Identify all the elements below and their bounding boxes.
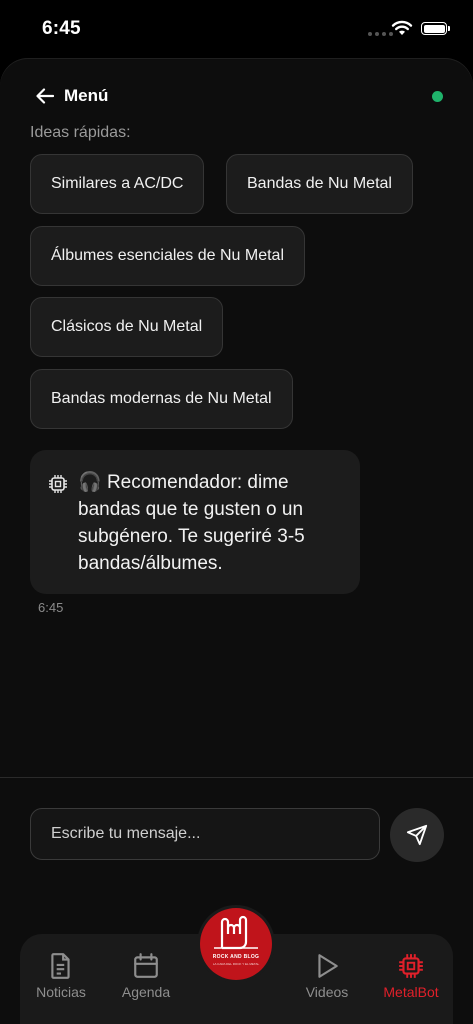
bot-message-text: 🎧 Recomendador: dime bandas que te guste… bbox=[78, 469, 348, 577]
logo-text: ROCK AND BLOG bbox=[212, 954, 260, 960]
tab-metalbot[interactable]: MetalBot bbox=[371, 952, 451, 1000]
bot-message-content: Recomendador: dime bandas que te gusten … bbox=[78, 472, 305, 574]
quick-idea-chip[interactable]: Álbumes esenciales de Nu Metal bbox=[30, 226, 306, 286]
calendar-icon bbox=[134, 953, 158, 978]
tab-label-noticias: Noticias bbox=[36, 984, 86, 1000]
cellular-signal-icon bbox=[368, 32, 393, 36]
rock-hand-logo-icon bbox=[214, 915, 258, 950]
send-icon bbox=[406, 824, 428, 846]
battery-icon bbox=[421, 22, 450, 35]
rock-and-blog-logo-button[interactable]: ROCK AND BLOG LA CARA DEL ROCK Y EL META… bbox=[200, 908, 272, 980]
tab-noticias[interactable]: Noticias bbox=[21, 952, 101, 1000]
online-status-dot bbox=[432, 91, 443, 102]
quick-ideas-label: Ideas rápidas: bbox=[30, 124, 131, 141]
message-timestamp: 6:45 bbox=[38, 600, 64, 615]
message-input[interactable]: Escribe tu mensaje... bbox=[30, 808, 380, 860]
status-bar: 6:45 bbox=[0, 0, 473, 60]
tab-videos[interactable]: Videos bbox=[287, 952, 367, 1000]
quick-idea-chip[interactable]: Similares a AC/DC bbox=[30, 154, 205, 214]
bot-chip-icon bbox=[49, 475, 67, 493]
logo-subtext: LA CARA DEL ROCK Y EL METAL bbox=[212, 962, 260, 966]
document-icon bbox=[51, 953, 70, 979]
tab-label-agenda: Agenda bbox=[121, 984, 171, 1000]
play-icon bbox=[318, 954, 338, 978]
composer-divider bbox=[0, 777, 473, 778]
quick-idea-chip[interactable]: Bandas modernas de Nu Metal bbox=[30, 369, 293, 429]
quick-idea-chip[interactable]: Clásicos de Nu Metal bbox=[30, 297, 224, 357]
chip-icon bbox=[399, 954, 423, 978]
back-button[interactable]: Menú bbox=[36, 86, 108, 106]
back-label: Menú bbox=[64, 86, 109, 105]
quick-idea-chip[interactable]: Bandas de Nu Metal bbox=[226, 154, 413, 214]
tab-label-videos: Videos bbox=[305, 984, 349, 1000]
message-input-placeholder: Escribe tu mensaje... bbox=[51, 825, 201, 842]
arrow-left-icon bbox=[36, 88, 54, 104]
status-time: 6:45 bbox=[42, 18, 81, 39]
tab-agenda[interactable]: Agenda bbox=[106, 952, 186, 1000]
wifi-icon bbox=[391, 20, 413, 35]
headphones-emoji: 🎧 bbox=[78, 472, 102, 493]
send-button[interactable] bbox=[390, 808, 444, 862]
tab-label-metalbot: MetalBot bbox=[383, 984, 439, 1000]
